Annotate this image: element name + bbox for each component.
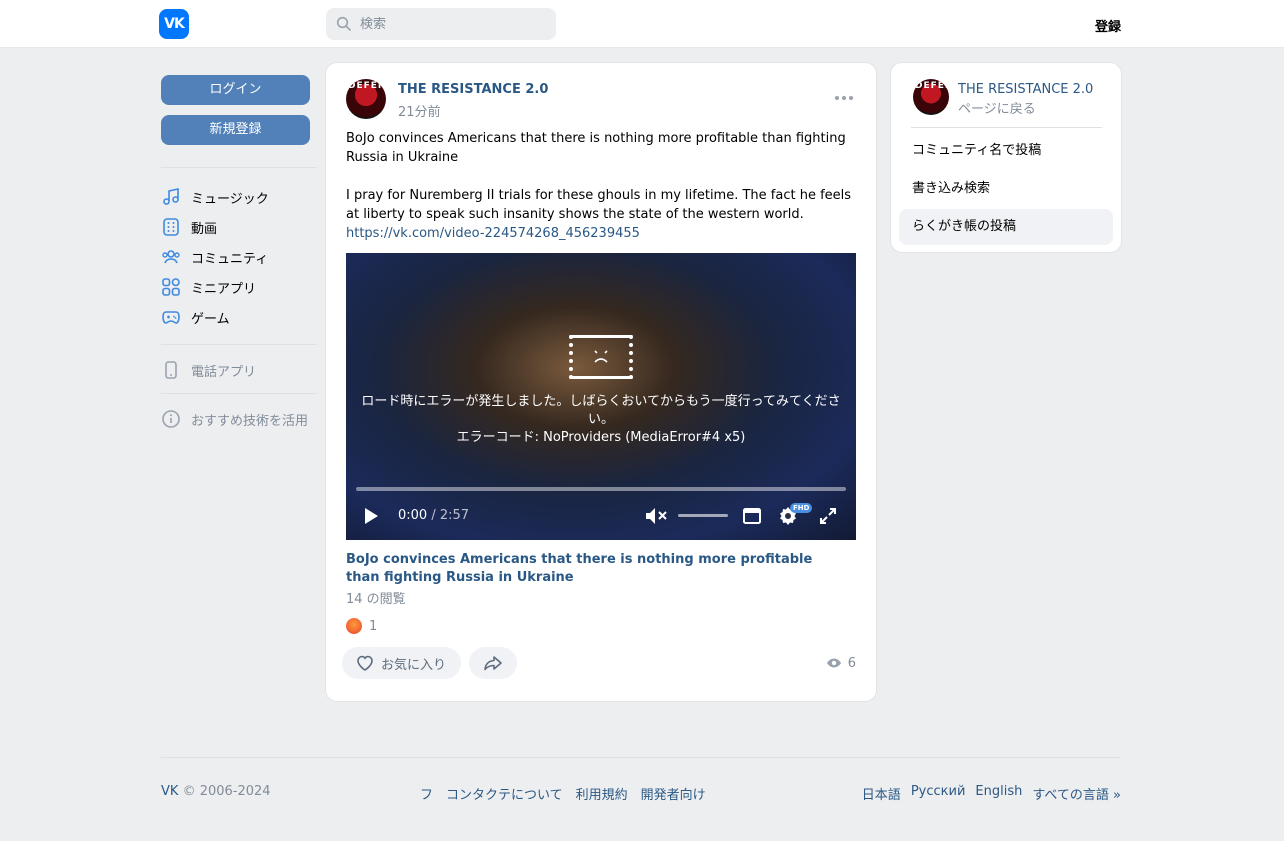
video-error-message: ロード時にエラーが発生しました。しばらくおいてからもう一度行ってみてください。 … bbox=[356, 393, 846, 447]
avatar-text: DEFEN bbox=[348, 81, 386, 91]
post-views: 6 bbox=[826, 655, 856, 671]
footer-link-terms[interactable]: 利用規約 bbox=[576, 784, 628, 803]
angry-reaction-icon bbox=[346, 618, 362, 634]
video-progress-bar[interactable] bbox=[356, 487, 846, 491]
muted-volume-icon[interactable] bbox=[644, 505, 668, 527]
language-links: 日本語 Русский English すべての言語 » bbox=[862, 784, 1121, 803]
footer-brand[interactable]: VK bbox=[161, 784, 178, 799]
community-side-panel: DEFEN THE RESISTANCE 2.0 ページに戻る コミュニティ名で… bbox=[890, 62, 1122, 253]
sidebar-item-label: ゲーム bbox=[191, 311, 230, 327]
signup-button[interactable]: 新規登録 bbox=[161, 115, 310, 145]
footer-link[interactable]: フ bbox=[420, 784, 433, 803]
sidebar-divider bbox=[161, 393, 317, 394]
footer-divider bbox=[161, 757, 1121, 758]
side-divider bbox=[911, 127, 1102, 128]
miniplayer-icon[interactable] bbox=[742, 506, 762, 526]
post-text-line: BoJo convinces Americans that there is n… bbox=[346, 131, 846, 165]
eye-icon bbox=[826, 658, 841, 668]
sidebar-item-label: 動画 bbox=[191, 221, 218, 237]
info-icon bbox=[162, 410, 180, 428]
sidebar-item-label: ミュージック bbox=[191, 191, 269, 207]
like-button[interactable]: お気に入り bbox=[342, 647, 461, 679]
current-time: 0:00 bbox=[398, 508, 428, 523]
heart-icon bbox=[357, 655, 373, 671]
post-author[interactable]: THE RESISTANCE 2.0 bbox=[398, 82, 548, 97]
sidebar-item-community[interactable]: コミュニティ bbox=[161, 242, 268, 272]
sidebar-divider bbox=[161, 344, 317, 345]
sidebar-item-label: 電話アプリ bbox=[191, 364, 257, 380]
music-note-icon bbox=[163, 188, 179, 205]
community-avatar[interactable]: DEFEN bbox=[346, 79, 386, 119]
lang-english[interactable]: English bbox=[975, 784, 1022, 803]
apps-icon bbox=[162, 278, 180, 296]
play-icon[interactable] bbox=[362, 506, 380, 526]
sidebar-item-miniapps[interactable]: ミニアプリ bbox=[161, 272, 256, 302]
quality-badge: FHD bbox=[790, 503, 813, 513]
phone-icon bbox=[165, 361, 177, 379]
search-input[interactable] bbox=[360, 16, 550, 32]
fullscreen-icon[interactable] bbox=[818, 506, 838, 526]
volume-slider[interactable] bbox=[678, 514, 728, 517]
video-time: 0:00 / 2:57 bbox=[398, 508, 469, 523]
copyright-text: © 2006-2024 bbox=[182, 784, 271, 799]
share-arrow-icon bbox=[484, 656, 502, 671]
sidebar-item-video[interactable]: 動画 bbox=[161, 212, 217, 242]
login-button[interactable]: ログイン bbox=[161, 75, 310, 105]
duration: / 2:57 bbox=[431, 508, 470, 523]
sidebar-item-phone-app[interactable]: 電話アプリ bbox=[161, 355, 256, 385]
more-options-icon[interactable] bbox=[835, 96, 853, 100]
lang-japanese[interactable]: 日本語 bbox=[862, 784, 901, 803]
gamepad-icon bbox=[162, 311, 180, 324]
video-view-count: 14 の閲覧 bbox=[346, 592, 406, 607]
reaction-count: 1 bbox=[369, 618, 378, 634]
post-text: BoJo convinces Americans that there is n… bbox=[346, 129, 858, 243]
register-link[interactable]: 登録 bbox=[1095, 16, 1121, 35]
community-avatar[interactable]: DEFEN bbox=[913, 79, 949, 115]
vk-logo[interactable]: VK bbox=[159, 9, 189, 39]
community-icon bbox=[162, 250, 180, 264]
views-count: 6 bbox=[847, 655, 856, 671]
error-code: エラーコード: NoProviders (MediaError#4 x5) bbox=[456, 430, 746, 445]
footer-link-developers[interactable]: 開発者向け bbox=[641, 784, 706, 803]
post-by-community-name[interactable]: コミュニティ名で投稿 bbox=[899, 133, 1113, 169]
footer-links: フ コンタクテについて 利用規約 開発者向け bbox=[420, 784, 706, 803]
top-bar: VK 登録 bbox=[0, 0, 1284, 48]
share-button[interactable] bbox=[469, 647, 517, 679]
community-title-link[interactable]: THE RESISTANCE 2.0 bbox=[958, 82, 1093, 97]
video-player[interactable]: ロード時にエラーが発生しました。しばらくおいてからもう一度行ってみてください。 … bbox=[346, 253, 856, 540]
lang-all[interactable]: すべての言語 » bbox=[1032, 784, 1121, 803]
search-icon bbox=[336, 16, 351, 31]
search-box[interactable] bbox=[326, 8, 556, 40]
like-label: お気に入り bbox=[381, 657, 447, 673]
error-line: ロード時にエラーが発生しました。しばらくおいてからもう一度行ってみてください。 bbox=[361, 394, 841, 427]
sidebar-item-label: ミニアプリ bbox=[191, 281, 257, 297]
video-icon bbox=[163, 218, 179, 236]
footer-link-about[interactable]: コンタクテについて bbox=[446, 784, 563, 803]
video-controls: 0:00 / 2:57 FHD bbox=[346, 503, 856, 529]
copyright: VK © 2006-2024 bbox=[161, 784, 271, 799]
sidebar-item-label: おすすめ技術を活用 bbox=[191, 413, 309, 429]
search-posts[interactable]: 書き込み検索 bbox=[899, 171, 1113, 207]
sidebar-item-label: コミュニティ bbox=[191, 251, 269, 267]
sidebar-item-games[interactable]: ゲーム bbox=[161, 302, 230, 332]
sidebar-item-recommend[interactable]: おすすめ技術を活用 bbox=[161, 404, 308, 434]
post-text-line: I pray for Nuremberg II trials for these… bbox=[346, 188, 852, 222]
post-link[interactable]: https://vk.com/video-224574268_456239455 bbox=[346, 226, 640, 241]
sidebar-item-music[interactable]: ミュージック bbox=[161, 182, 269, 212]
graffiti-post[interactable]: らくがき帳の投稿 bbox=[899, 209, 1113, 245]
post-time[interactable]: 21分前 bbox=[398, 101, 441, 120]
post-card: DEFEN THE RESISTANCE 2.0 21分前 BoJo convi… bbox=[325, 62, 877, 702]
video-title-link[interactable]: BoJo convinces Americans that there is n… bbox=[346, 551, 846, 587]
film-error-icon bbox=[569, 335, 633, 379]
back-to-page-link[interactable]: ページに戻る bbox=[958, 98, 1036, 117]
avatar-text: DEFEN bbox=[915, 81, 949, 91]
sidebar-divider bbox=[161, 167, 317, 168]
lang-russian[interactable]: Русский bbox=[911, 784, 966, 803]
reaction-summary[interactable]: 1 bbox=[346, 618, 377, 634]
